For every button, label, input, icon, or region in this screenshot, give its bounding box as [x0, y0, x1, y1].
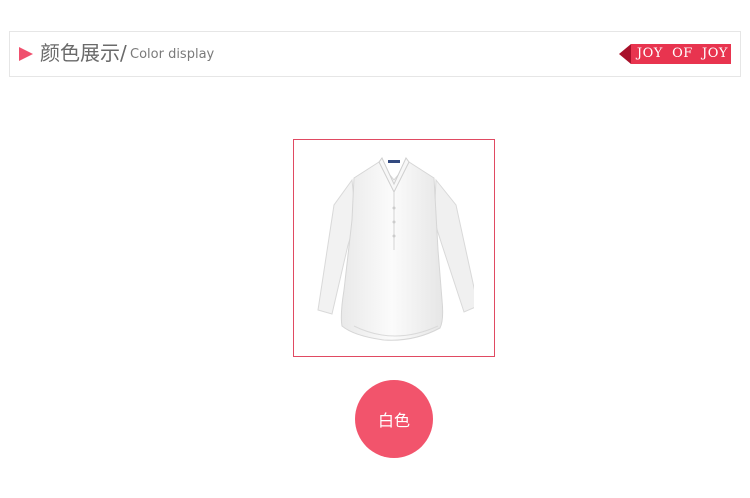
brand-label: JOY OF JOY [630, 44, 731, 64]
product-image-frame [293, 139, 495, 357]
section-title-en: Color display [130, 47, 215, 62]
brand-tag-notch [618, 44, 631, 64]
play-arrow-icon [19, 47, 33, 61]
brand-tag: JOY OF JOY [618, 44, 731, 64]
white-blouse-image [317, 157, 474, 341]
color-swatch-white[interactable]: 白色 [355, 380, 433, 458]
section-header: 颜色展示/ Color display JOY OF JOY [9, 31, 741, 77]
section-title-cn: 颜色展示/ [40, 41, 127, 65]
